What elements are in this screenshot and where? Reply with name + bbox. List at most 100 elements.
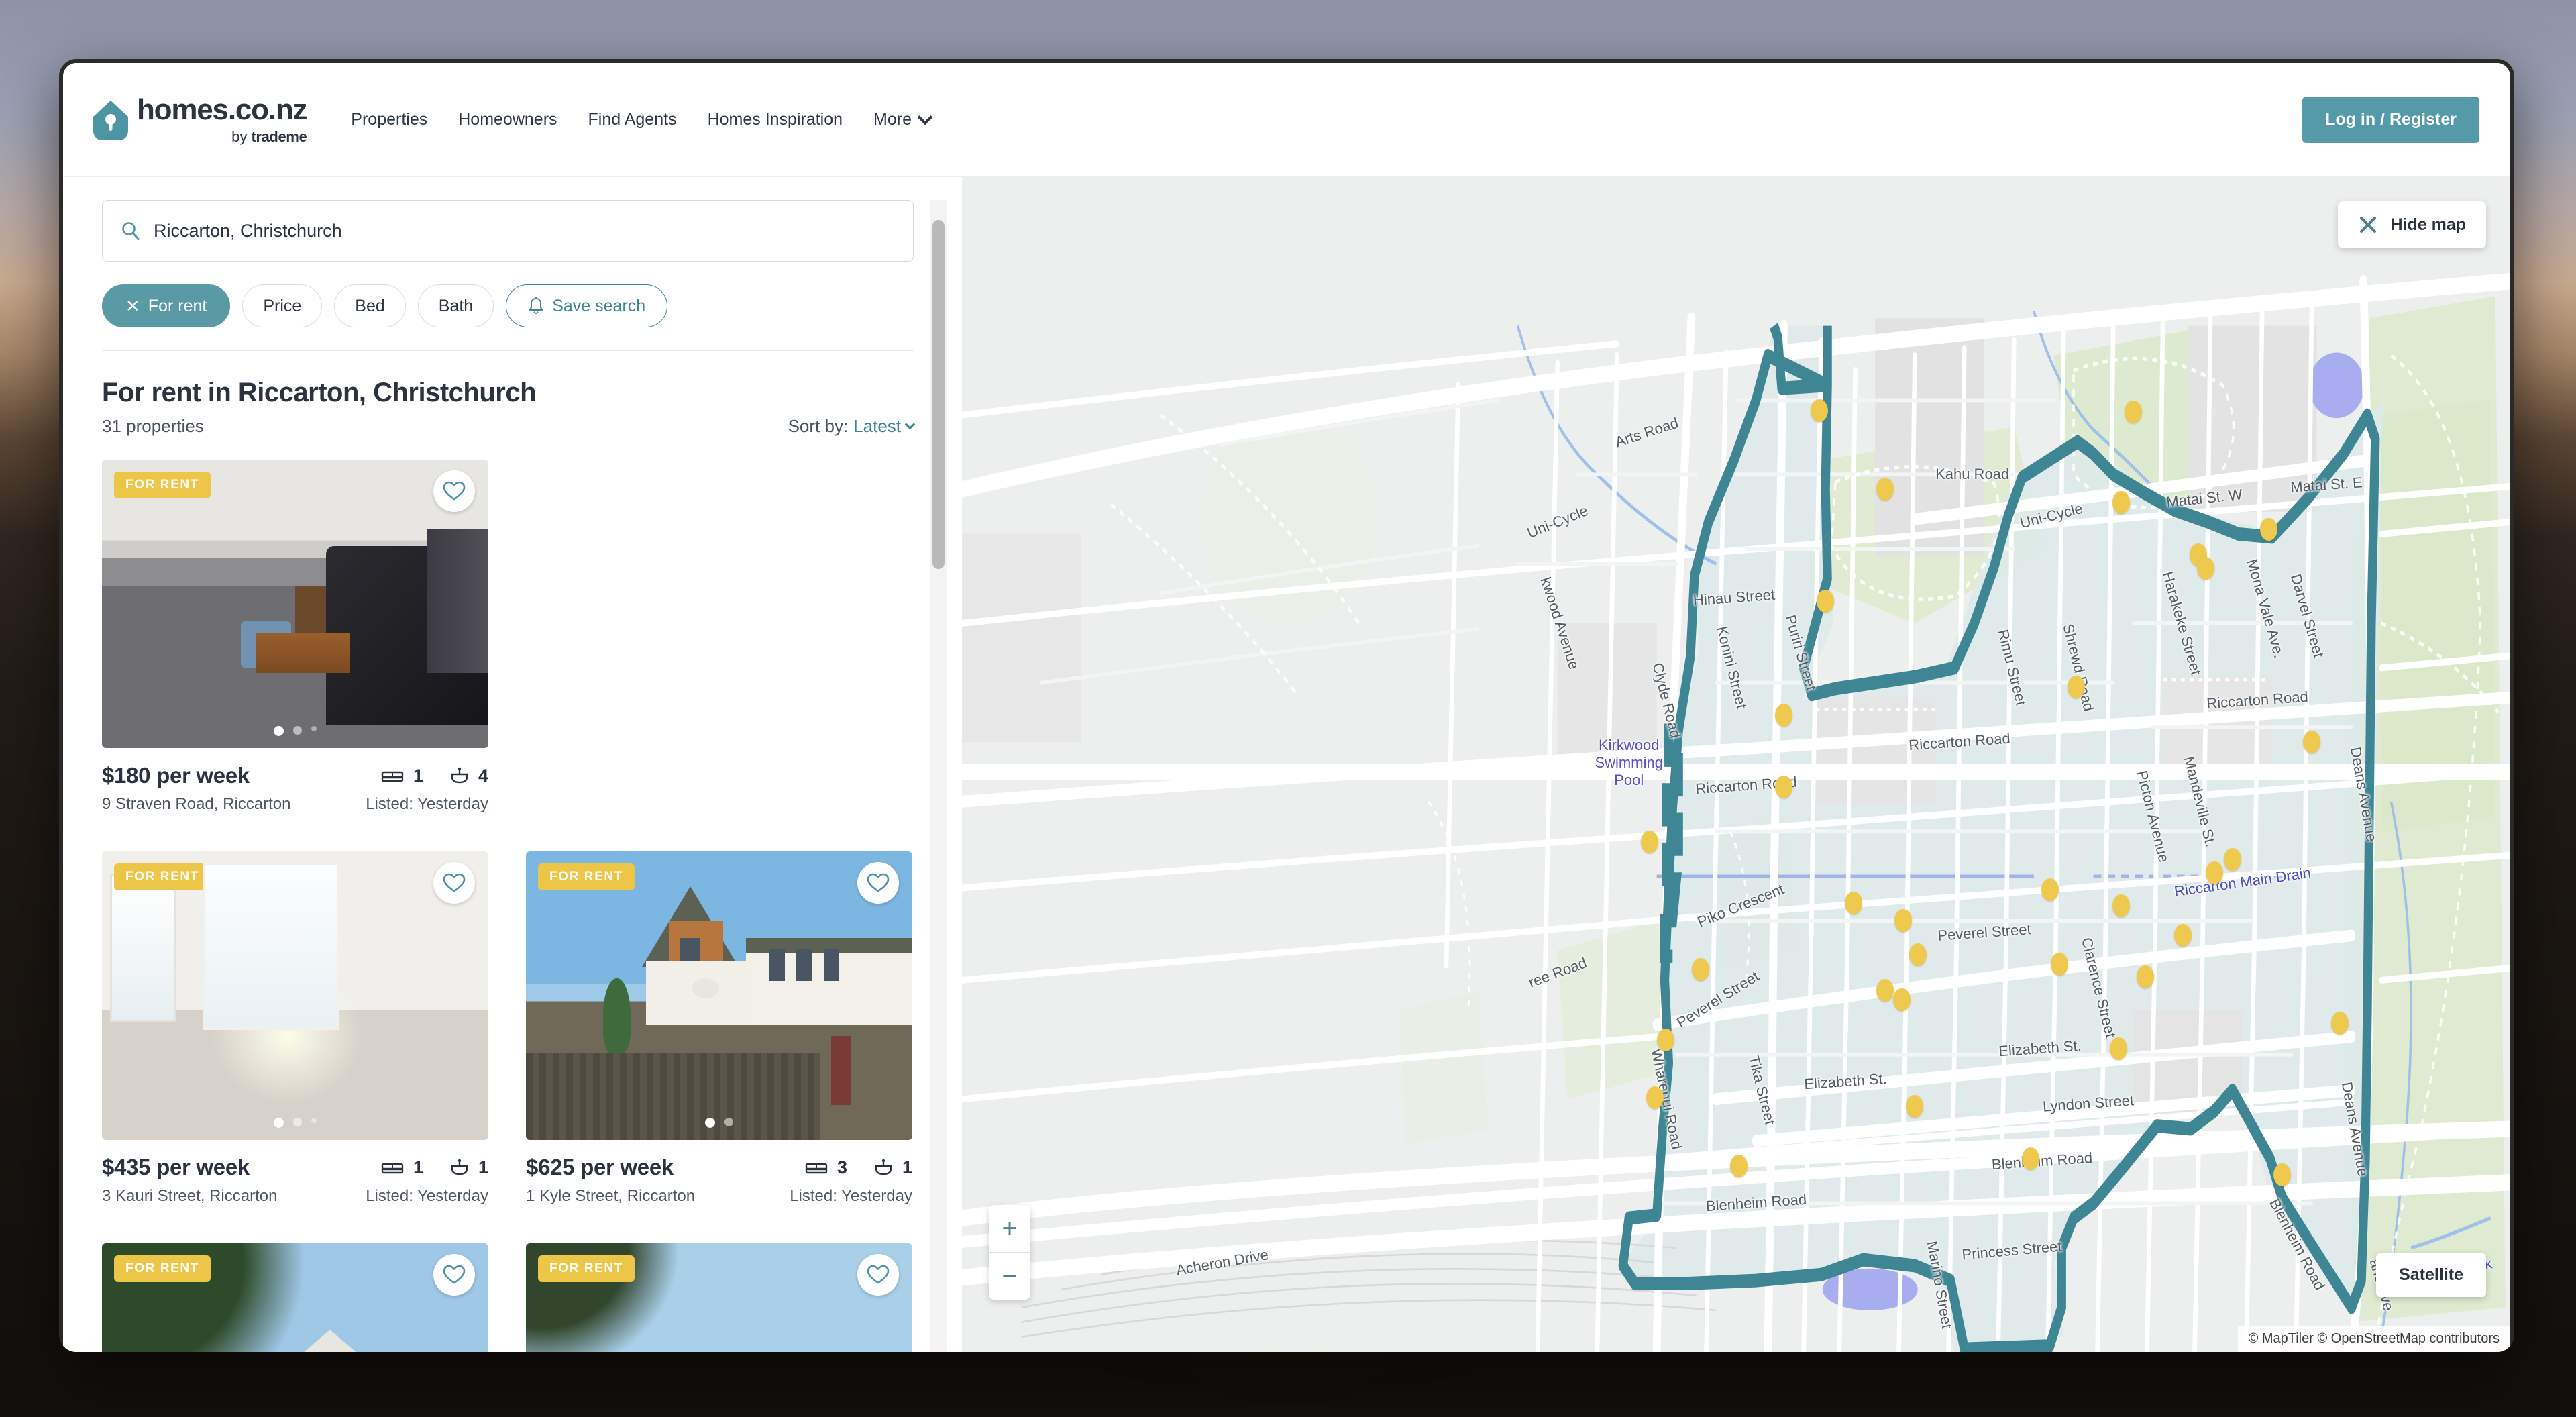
nav-item-homeowners[interactable]: Homeowners [458, 110, 557, 129]
map-property-pin[interactable] [1844, 891, 1862, 914]
map-property-pin[interactable] [2174, 924, 2192, 947]
zoom-out-button[interactable]: − [989, 1253, 1030, 1300]
status-badge: FOR RENT [538, 1255, 635, 1282]
close-icon[interactable]: ✕ [125, 297, 140, 315]
bed-icon [381, 1163, 404, 1174]
map-property-pin[interactable] [2273, 1163, 2291, 1187]
map-property-pin[interactable] [2041, 878, 2059, 901]
property-photo[interactable]: FOR RENT [102, 1243, 488, 1352]
property-photo[interactable]: FOR RENT [102, 460, 488, 748]
map-property-pin[interactable] [2109, 1037, 2127, 1060]
sort-label: Sort by: [788, 416, 849, 436]
property-listed-date: Listed: Yesterday [366, 795, 488, 813]
favourite-button[interactable] [433, 1254, 475, 1296]
nav-item-homes-inspiration[interactable]: Homes Inspiration [708, 110, 843, 129]
property-specs: 1 1 [381, 1157, 488, 1178]
property-address: 9 Straven Road, Riccarton [102, 795, 291, 813]
filter-pill-bed[interactable]: Bed [334, 284, 406, 327]
save-search-button[interactable]: Save search [506, 284, 668, 327]
search-bar[interactable] [102, 200, 914, 262]
search-icon [122, 222, 140, 240]
save-search-label: Save search [552, 296, 646, 315]
favourite-button[interactable] [857, 1254, 899, 1296]
nav-item-find-agents[interactable]: Find Agents [588, 110, 677, 129]
status-badge: FOR RENT [114, 863, 211, 890]
map-property-pin[interactable] [2051, 952, 2069, 976]
map-property-pin[interactable] [1817, 589, 1835, 613]
map-property-pin[interactable] [1775, 704, 1792, 727]
nav-label: Homes Inspiration [707, 110, 843, 129]
photo-carousel-dots[interactable] [526, 1118, 912, 1128]
property-card-grid: FOR RENT $180 per week 1 4 9 Straven Roa… [102, 460, 914, 1352]
sort-dropdown[interactable]: Latest [853, 416, 916, 437]
bed-count: 1 [413, 765, 423, 786]
sidebar-scrollbar-thumb[interactable] [932, 220, 945, 569]
map-panel[interactable]: .rd { stroke:#ffffff; fill:none; stroke-… [962, 177, 2510, 1352]
map-property-pin[interactable] [2330, 1012, 2349, 1035]
map-property-pin[interactable] [2260, 518, 2278, 541]
photo-carousel-dots[interactable] [102, 726, 488, 736]
map-property-pin[interactable] [1909, 943, 1927, 967]
heart-icon [443, 1265, 466, 1284]
bath-count: 4 [478, 765, 488, 786]
map-property-pin[interactable] [2124, 401, 2142, 424]
map-property-pin[interactable] [2136, 965, 2154, 989]
favourite-button[interactable] [433, 470, 475, 512]
search-input[interactable] [154, 220, 896, 242]
map-property-pin[interactable] [1876, 478, 1894, 501]
map-property-pin[interactable] [1775, 775, 1792, 798]
map-property-pin[interactable] [2206, 861, 2224, 885]
property-card[interactable]: FOR RENT $180 per week 1 4 9 Straven Roa… [102, 460, 488, 814]
login-register-button[interactable]: Log in / Register [2302, 97, 2479, 143]
map-property-pin[interactable] [1894, 909, 1912, 933]
map-property-pin[interactable] [1811, 399, 1829, 422]
bell-icon [529, 297, 543, 314]
hide-map-button[interactable]: Hide map [2338, 201, 2486, 248]
results-sidebar: ✕ For rent Price Bed Bath [63, 177, 962, 1352]
brand-by-prefix: by [231, 128, 252, 145]
map-zoom-controls: + − [989, 1205, 1030, 1300]
bed-count: 1 [413, 1157, 423, 1177]
property-card[interactable]: FOR RENT [102, 1243, 488, 1352]
property-photo[interactable]: FOR RENT [102, 851, 488, 1140]
favourite-button[interactable] [857, 862, 899, 904]
filter-pill-for-rent[interactable]: ✕ For rent [102, 284, 231, 327]
property-card[interactable]: FOR RENT $435 per week 1 1 3 Kauri Stree… [102, 851, 488, 1206]
map-property-pin[interactable] [1906, 1095, 1924, 1118]
map-attribution: © MapTiler © OpenStreetMap contributors [2237, 1326, 2510, 1352]
site-header: homes.co.nz by trademe Properties Homeow… [63, 63, 2510, 177]
map-property-pin[interactable] [2196, 556, 2214, 580]
map-property-pin[interactable] [1876, 979, 1894, 1002]
map-property-pin[interactable] [1691, 958, 1709, 982]
map-property-pin[interactable] [2068, 676, 2086, 699]
filter-label: Bath [438, 296, 474, 315]
bath-icon [451, 767, 468, 784]
nav-item-more[interactable]: More [873, 109, 933, 129]
map-property-pin[interactable] [1646, 1086, 1664, 1109]
favourite-button[interactable] [433, 862, 475, 904]
satellite-toggle-button[interactable]: Satellite [2376, 1253, 2486, 1297]
photo-carousel-dots[interactable] [102, 1118, 488, 1128]
map-property-pin[interactable] [2223, 848, 2241, 872]
browser-window: homes.co.nz by trademe Properties Homeow… [59, 59, 2514, 1352]
map-property-pin[interactable] [2303, 731, 2321, 754]
filter-pill-bath[interactable]: Bath [417, 284, 494, 327]
site-logo[interactable]: homes.co.nz by trademe [91, 95, 307, 144]
filter-pill-price[interactable]: Price [242, 284, 323, 327]
property-photo[interactable]: FOR RENT [526, 851, 912, 1140]
map-property-pin[interactable] [2112, 894, 2131, 918]
map-property-pin[interactable] [2112, 491, 2131, 515]
property-photo[interactable]: FOR RENT [526, 1243, 912, 1352]
filter-label: For rent [148, 296, 207, 315]
map-property-pin[interactable] [1656, 1028, 1674, 1051]
bath-count: 1 [478, 1157, 488, 1177]
map-property-pin[interactable] [1641, 830, 1659, 853]
map-property-pin[interactable] [1730, 1154, 1748, 1177]
map-property-pin[interactable] [2022, 1147, 2040, 1170]
property-card[interactable]: FOR RENT $625 per week 3 1 1 Kyle Street… [526, 851, 912, 1206]
zoom-in-button[interactable]: + [989, 1205, 1030, 1252]
map-property-pin[interactable] [1893, 988, 1911, 1011]
nav-item-properties[interactable]: Properties [351, 110, 427, 129]
content-split: ✕ For rent Price Bed Bath [63, 177, 2510, 1352]
property-card[interactable]: FOR RENT [526, 1243, 912, 1352]
